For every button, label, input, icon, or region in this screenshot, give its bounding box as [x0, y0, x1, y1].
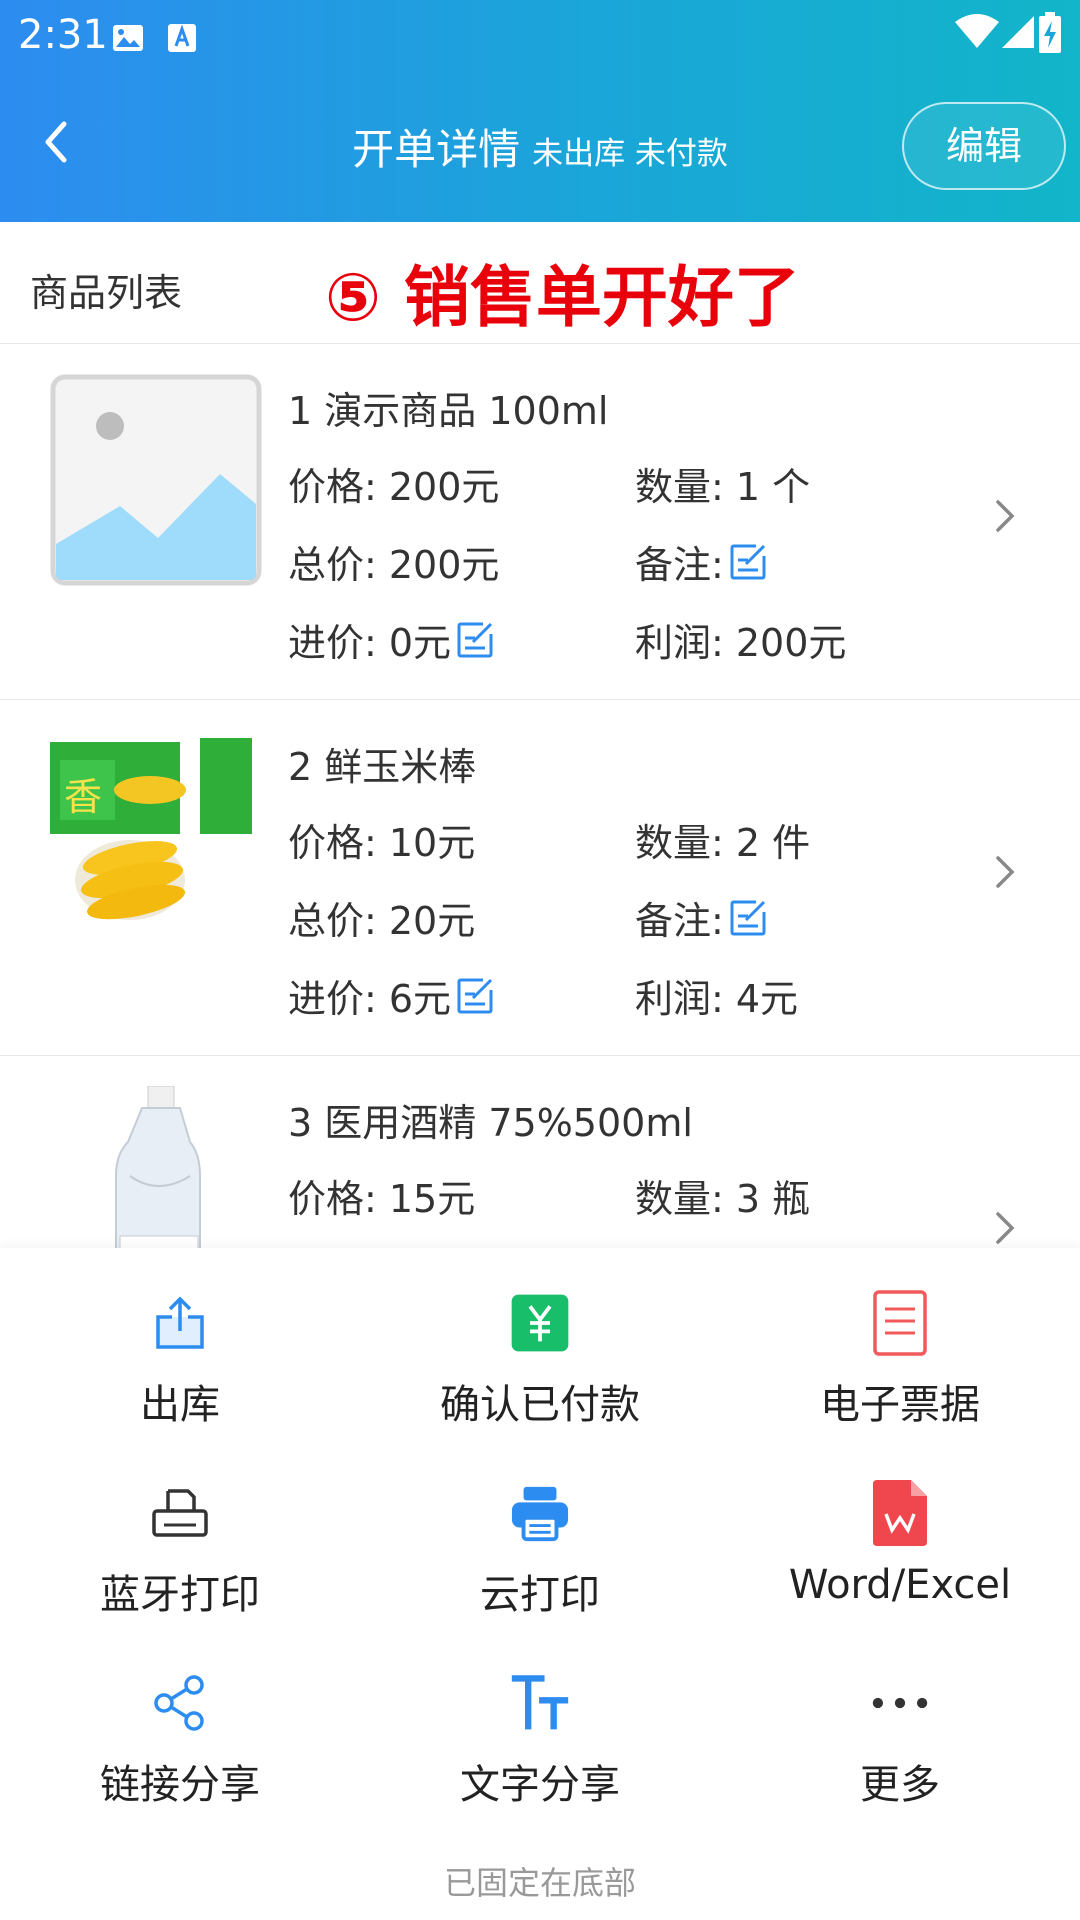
action-label: 更多	[860, 1762, 940, 1808]
corn-product-image: 香	[50, 730, 265, 942]
action-label: Word/Excel	[788, 1562, 1012, 1608]
header-bar: 2:31 开单详情 未出库 未付款 编辑	[0, 0, 1080, 222]
product-cost: 进价: 6元	[288, 968, 495, 1023]
product-name: 2 鲜玉米棒	[288, 745, 477, 789]
product-total: 总价: 20元	[288, 899, 476, 943]
action-label: 确认已付款	[440, 1382, 640, 1428]
product-row[interactable]: 1 演示商品 100ml 价格: 200元 数量: 1 个 总价: 200元 备…	[0, 344, 1080, 700]
product-quantity: 数量: 3 瓶	[635, 1177, 811, 1221]
svg-text:香: 香	[64, 775, 102, 819]
note-label: 备注:	[635, 899, 724, 943]
product-price: 价格: 10元	[288, 821, 476, 865]
export-icon	[150, 1288, 210, 1358]
text-share-button[interactable]: 文字分享	[360, 1628, 720, 1808]
bluetooth-printer-icon	[150, 1478, 210, 1548]
action-label: 链接分享	[100, 1762, 260, 1808]
word-excel-icon	[870, 1478, 930, 1548]
product-profit: 利润: 4元	[635, 977, 799, 1021]
nav-bar: 开单详情 未出库 未付款 编辑	[0, 90, 1080, 202]
action-label: 文字分享	[460, 1762, 620, 1808]
cloud-print-button[interactable]: 云打印	[360, 1438, 720, 1618]
alcohol-bottle-image	[50, 1085, 265, 1248]
wifi-icon	[955, 14, 999, 52]
image-notification-icon	[110, 20, 146, 60]
pinned-hint: 已固定在底部	[443, 1864, 636, 1902]
product-cost: 进价: 0元	[288, 612, 495, 667]
order-status: 未出库 未付款	[532, 136, 728, 172]
action-label: 电子票据	[820, 1382, 980, 1428]
status-time: 2:31	[18, 12, 108, 58]
product-note: 备注:	[635, 534, 768, 589]
product-quantity: 数量: 2 件	[635, 821, 811, 865]
product-name: 1 演示商品 100ml	[288, 389, 609, 433]
product-profit: 利润: 200元	[635, 621, 847, 665]
product-row[interactable]: 3 医用酒精 75%500ml 价格: 15元 数量: 3 瓶	[0, 1056, 1080, 1248]
more-icon	[870, 1668, 930, 1738]
cloud-printer-icon	[510, 1478, 570, 1548]
bluetooth-print-button[interactable]: 蓝牙打印	[0, 1438, 360, 1618]
product-list: 1 演示商品 100ml 价格: 200元 数量: 1 个 总价: 200元 备…	[0, 344, 1080, 1248]
word-excel-button[interactable]: Word/Excel	[720, 1438, 1080, 1608]
e-receipt-button[interactable]: 电子票据	[720, 1248, 1080, 1428]
note-label: 备注:	[635, 543, 724, 587]
edit-button[interactable]: 编辑	[902, 102, 1066, 190]
placeholder-image-icon	[50, 374, 265, 586]
product-row[interactable]: 香 2 鲜玉米棒 价格: 10元 数量: 2 件 总价: 20元 备注: 进价:…	[0, 700, 1080, 1056]
document-icon	[870, 1288, 930, 1358]
chevron-right-icon	[996, 856, 1015, 888]
confirm-payment-button[interactable]: 确认已付款	[360, 1248, 720, 1428]
product-list-header: 商品列表 ⑤ 销售单开好了	[0, 222, 1080, 344]
yuan-payment-icon	[510, 1288, 570, 1358]
chevron-right-icon	[996, 500, 1015, 532]
signal-icon	[1000, 14, 1036, 54]
battery-charging-icon	[1038, 12, 1062, 58]
product-price: 价格: 15元	[288, 1177, 476, 1221]
chevron-right-icon	[996, 1212, 1015, 1244]
action-label: 出库	[140, 1382, 220, 1428]
more-button[interactable]: 更多	[720, 1628, 1080, 1808]
product-quantity: 数量: 1 个	[635, 465, 811, 509]
export-button[interactable]: 出库	[0, 1248, 360, 1428]
link-share-button[interactable]: 链接分享	[0, 1628, 360, 1808]
product-note: 备注:	[635, 890, 768, 945]
action-panel: 出库 确认已付款 电子票据 蓝牙打印 云打印 Word/Excel 链接分享 文…	[0, 1248, 1080, 1920]
edit-note-icon[interactable]	[728, 542, 768, 582]
share-icon	[150, 1668, 210, 1738]
page-title: 开单详情	[352, 125, 521, 174]
text-icon	[510, 1668, 570, 1738]
edit-note-icon[interactable]	[728, 898, 768, 938]
section-title: 商品列表	[30, 271, 183, 315]
cost-label: 进价: 0元	[288, 621, 452, 665]
product-total: 总价: 200元	[288, 543, 500, 587]
product-name: 3 医用酒精 75%500ml	[288, 1101, 693, 1145]
font-notification-icon	[166, 20, 198, 60]
action-label: 蓝牙打印	[100, 1572, 260, 1618]
product-price: 价格: 200元	[288, 465, 500, 509]
edit-cost-icon[interactable]	[455, 620, 495, 660]
cost-label: 进价: 6元	[288, 977, 452, 1021]
annotation-text: ⑤ 销售单开好了	[325, 259, 800, 336]
status-bar: 2:31	[0, 0, 1080, 76]
edit-cost-icon[interactable]	[455, 976, 495, 1016]
action-label: 云打印	[480, 1572, 600, 1618]
